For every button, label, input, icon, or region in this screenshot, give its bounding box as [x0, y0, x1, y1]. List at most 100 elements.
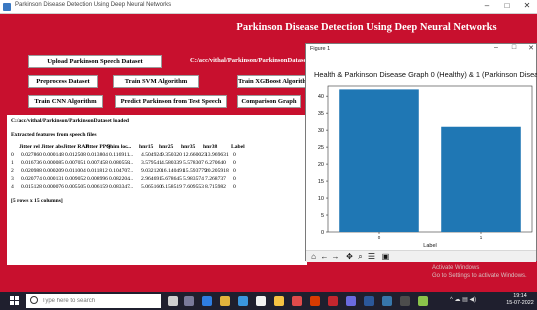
table-cell: 5.983574 [183, 176, 204, 182]
y-tick-label: 25 [318, 145, 324, 151]
window-title: Parkinson Disease Detection Using Deep N… [15, 2, 172, 8]
table-cell: ... [129, 168, 134, 174]
table-cell: 9.350320 [161, 152, 182, 158]
figure-maximize-button[interactable]: □ [508, 44, 520, 51]
folder-icon[interactable] [274, 296, 284, 306]
figure-window: Figure 1 – □ ✕ Health & Parkinson Diseas… [305, 43, 537, 262]
table-cell: 7.609553 [183, 184, 204, 190]
table-cell: ... [129, 160, 134, 166]
app-icon[interactable] [346, 296, 356, 306]
python-icon[interactable] [382, 296, 392, 306]
preprocess-button[interactable]: Preprocess Dataset [28, 75, 98, 88]
y-tick-label: 5 [321, 213, 324, 219]
table-cell: 20.205918 [205, 168, 229, 174]
configure-icon[interactable]: ☰ [366, 251, 377, 262]
predict-button[interactable]: Predict Parkinson from Test Speech [115, 95, 227, 108]
pdf-icon[interactable] [328, 296, 338, 306]
figure-close-button[interactable]: ✕ [525, 44, 537, 52]
train-cnn-button[interactable]: Train CNN Algorithm [28, 95, 103, 108]
table-cell: 0.013804 [87, 152, 108, 158]
table-cell: 0.012508 [65, 152, 86, 158]
table-cell: 1 [11, 160, 14, 166]
table-cell: 5.065160 [141, 184, 162, 190]
x-tick-label: 1 [480, 235, 483, 240]
table-cell: 7.268737 [205, 176, 226, 182]
back-icon[interactable]: ← [319, 251, 330, 262]
save-icon[interactable]: ▣ [380, 251, 391, 262]
bar-chart: 0 5 10 15 20 25 30 35 40 0 1 Label [318, 85, 533, 249]
train-svm-button[interactable]: Train SVM Algorithm [113, 75, 199, 88]
clock[interactable]: 19:14 15-07-2022 [503, 293, 537, 307]
y-tick-label: 10 [318, 196, 324, 202]
table-cell: 12.660023 [183, 152, 207, 158]
table-cell: 0.027860 [21, 152, 42, 158]
task-view-icon[interactable] [184, 296, 194, 306]
table-cell: 9.032120 [141, 168, 162, 174]
search-input[interactable] [42, 296, 154, 306]
powerpoint-icon[interactable] [310, 296, 320, 306]
y-tick-label: 15 [318, 179, 324, 185]
table-cell: 2 [11, 168, 14, 174]
table-cell: 0.020988 [21, 168, 42, 174]
train-xgboost-button[interactable]: Train XGBoost Algorithm [237, 75, 309, 88]
figure-toolbar: ⌂ ← → ✥ ⌕ ☰ ▣ [306, 250, 536, 262]
feather-icon[interactable] [418, 296, 428, 306]
clock-date: 15-07-2022 [506, 300, 534, 306]
window-titlebar[interactable]: Parkinson Disease Detection Using Deep N… [0, 0, 537, 14]
word-icon[interactable] [364, 296, 374, 306]
y-tick-label: 30 [318, 128, 324, 134]
file-explorer-icon[interactable] [220, 296, 230, 306]
search-icon [30, 296, 38, 304]
close-button[interactable]: ✕ [520, 1, 534, 10]
table-cell: 0.005505 [65, 184, 86, 190]
table-cell: 0 [233, 168, 236, 174]
comparison-graph-button[interactable]: Comparison Graph [237, 95, 301, 108]
minimize-button[interactable]: – [480, 1, 494, 10]
table-cell: 0.000209 [43, 168, 64, 174]
taskbar: ^ ☁ ▤ ◀) 19:14 15-07-2022 [0, 292, 537, 310]
column-header: Jitter abs [41, 144, 64, 150]
table-cell: 0 [233, 160, 236, 166]
column-header: hnr25 [159, 144, 174, 150]
forward-icon[interactable]: → [330, 251, 341, 262]
table-cell: 0.083347 [109, 184, 130, 190]
taskbar-search[interactable] [26, 294, 161, 308]
figure-minimize-button[interactable]: – [490, 44, 502, 51]
table-cell: 0.082204 [109, 176, 130, 182]
app-banner-title: Parkinson Disease Detection Using Deep N… [0, 22, 537, 33]
output-text-area[interactable]: C:/acc/vithal/Parkinson/ParkinsonDataset… [7, 115, 307, 265]
figure-window-title: Figure 1 [310, 46, 331, 52]
table-cell: 0.011004 [65, 168, 86, 174]
dataset-path-label: C:/acc/vithal/Parkinson/ParkinsonDataset [190, 57, 305, 64]
home-icon[interactable]: ⌂ [308, 251, 319, 262]
table-cell: 0.080558 [109, 160, 130, 166]
store-icon[interactable] [238, 296, 248, 306]
x-tick-label: 0 [378, 235, 381, 240]
edge-icon[interactable] [202, 296, 212, 306]
y-tick-label: 40 [318, 94, 324, 100]
pan-icon[interactable]: ✥ [344, 251, 355, 262]
table-cell: 0.020774 [21, 176, 42, 182]
table-cell: 0.015128 [21, 184, 42, 190]
table-cell: 3 [11, 176, 14, 182]
chrome-icon[interactable] [292, 296, 302, 306]
upload-dataset-button[interactable]: Upload Parkinson Speech Dataset [28, 55, 162, 68]
watermark-line2: Go to Settings to activate Windows. [432, 273, 527, 279]
table-cell: 5.678645 [161, 176, 182, 182]
table-cell: 0.016736 [21, 160, 42, 166]
maximize-button[interactable]: □ [500, 1, 514, 10]
system-tray[interactable]: ^ ☁ ▤ ◀) [450, 296, 476, 303]
table-cell: 0 [233, 152, 236, 158]
column-header: Jitter rel [19, 144, 40, 150]
table-cell: 0.000076 [43, 184, 64, 190]
table-cell: ... [129, 152, 134, 158]
table-cell: 0.000148 [43, 152, 64, 158]
table-cell: 4.580339 [161, 160, 182, 166]
table-cell: 0.006159 [87, 184, 108, 190]
start-button[interactable] [10, 296, 20, 306]
mic-icon[interactable] [168, 296, 178, 306]
mail-icon[interactable] [256, 296, 266, 306]
terminal-icon[interactable] [400, 296, 410, 306]
zoom-icon[interactable]: ⌕ [355, 251, 366, 262]
table-cell: 3.579541 [141, 160, 162, 166]
